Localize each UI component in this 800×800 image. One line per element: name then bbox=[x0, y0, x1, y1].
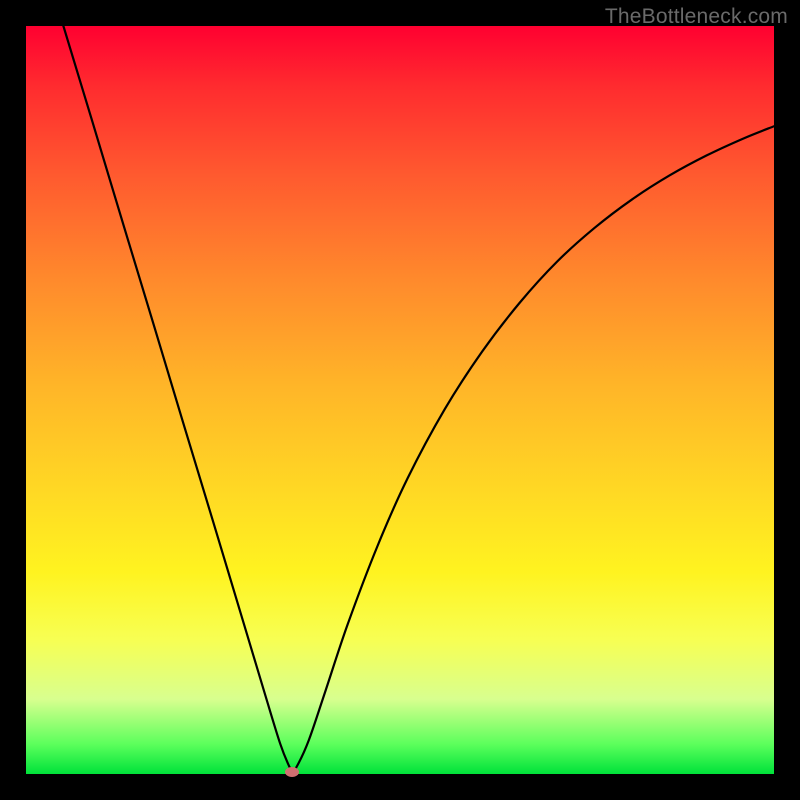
chart-container: TheBottleneck.com bbox=[0, 0, 800, 800]
bottleneck-curve bbox=[26, 26, 774, 774]
watermark-text: TheBottleneck.com bbox=[605, 5, 788, 29]
plot-area bbox=[26, 26, 774, 774]
optimal-point-marker bbox=[285, 767, 299, 777]
